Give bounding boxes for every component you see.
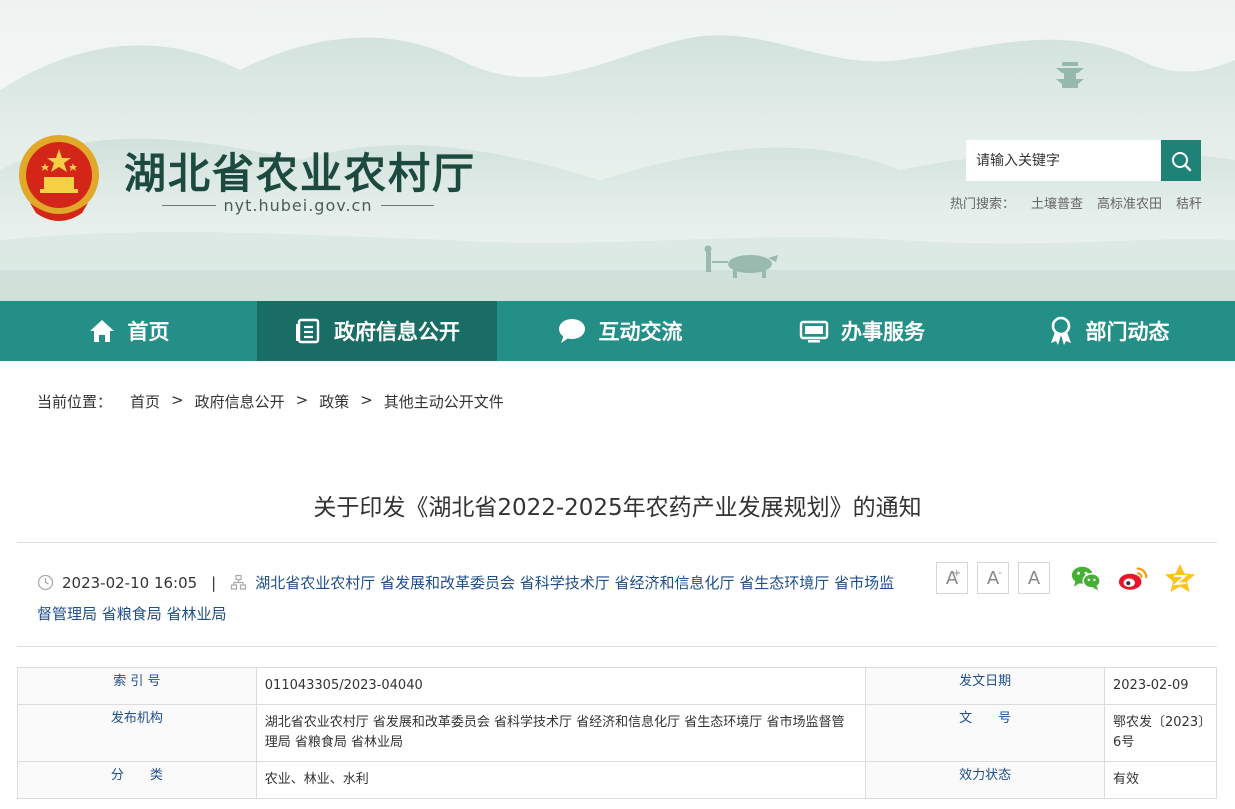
breadcrumb-item[interactable]: 首页 (130, 391, 160, 412)
site-title: 湖北省农业农村厅 (124, 149, 477, 198)
info-key: 发文日期 (865, 667, 1106, 705)
hot-search-term[interactable]: 秸秆 (1176, 193, 1202, 212)
info-value: 鄂农发〔2023〕6号 (1104, 704, 1217, 762)
nav-item-news[interactable]: 部门动态 (982, 301, 1235, 361)
wechat-icon (1071, 566, 1101, 591)
font-larger-button[interactable]: A + (936, 562, 968, 594)
info-value: 2023-02-09 (1104, 667, 1217, 705)
document-list-icon (296, 318, 320, 344)
font-smaller-label: A (986, 567, 1000, 589)
breadcrumb-separator: > (295, 391, 309, 409)
award-ribbon-icon (1050, 316, 1071, 345)
nav-item-label: 互动交流 (598, 320, 683, 344)
font-default-button[interactable]: A (1018, 562, 1050, 594)
org-chart-icon (231, 574, 247, 590)
table-row: 发布机构 湖北省农业农村厅 省发展和改革委员会 省科学技术厅 省经济和信息化厅 … (17, 704, 1217, 762)
nav-item-gov-info[interactable]: 政府信息公开 (257, 301, 497, 361)
site-domain: nyt.hubei.gov.cn (162, 196, 435, 215)
share-wechat-button[interactable] (1070, 562, 1102, 594)
nav-item-interaction[interactable]: 互动交流 (497, 301, 742, 361)
font-default-label: A (1027, 567, 1041, 589)
info-key: 效力状态 (865, 761, 1106, 799)
domain-rule-right (380, 205, 435, 206)
table-row: 分 类 农业、林业、水利 效力状态 有效 (17, 761, 1217, 799)
hot-search-label: 热门搜索： (950, 197, 1016, 212)
hot-search: 热门搜索： 土壤普查 高标准农田 秸秆 (950, 193, 1202, 212)
share-buttons (1070, 562, 1196, 594)
national-emblem-icon (19, 135, 99, 221)
document-info-table: 索 引 号 011043305/2023-04040 发文日期 2023-02-… (17, 667, 1217, 799)
breadcrumb-item[interactable]: 其他主动公开文件 (384, 391, 504, 412)
breadcrumb-item[interactable]: 政府信息公开 (195, 391, 285, 412)
breadcrumb-label: 当前位置： (37, 393, 113, 411)
info-key: 发布机构 (17, 704, 257, 762)
article-title: 关于印发《湖北省2022-2025年农药产业发展规划》的通知 (313, 495, 922, 521)
breadcrumb-separator: > (171, 391, 184, 409)
weibo-icon (1118, 567, 1148, 590)
article-meta: 2023-02-10 16:05 | 湖北省农业农村厅 省发展和改革委员会 省科学… (37, 568, 907, 630)
info-key: 索 引 号 (17, 667, 257, 705)
info-key: 分 类 (17, 761, 257, 799)
home-icon (89, 320, 114, 342)
nav-item-label: 办事服务 (841, 320, 925, 344)
nav-item-home[interactable]: 首页 (0, 301, 257, 361)
nav-item-label: 首页 (127, 320, 170, 344)
info-value: 有效 (1104, 761, 1217, 799)
search-button[interactable] (1161, 140, 1201, 181)
breadcrumb-separator: > (360, 391, 373, 409)
divider (17, 646, 1217, 647)
font-smaller-button[interactable]: A- (977, 562, 1009, 594)
font-size-controls: A + A- A (936, 562, 1050, 594)
chat-bubble-icon (558, 319, 585, 343)
qzone-star-icon (1165, 564, 1195, 592)
meta-divider: | (211, 574, 217, 592)
share-weibo-button[interactable] (1117, 562, 1149, 594)
nav-item-label: 部门动态 (1085, 320, 1170, 344)
info-key: 文 号 (865, 704, 1106, 762)
info-value: 湖北省农业农村厅 省发展和改革委员会 省科学技术厅 省经济和信息化厅 省生态环境… (255, 704, 867, 762)
font-larger-sup: + (952, 568, 961, 579)
header-banner: 湖北省农业农村厅 nyt.hubei.gov.cn 热门搜索： 土壤普查 高标准… (0, 0, 1235, 301)
breadcrumb: 当前位置： 首页 > 政府信息公开 > 政策 > 其他主动公开文件 (37, 391, 504, 412)
site-domain-text: nyt.hubei.gov.cn (223, 196, 373, 215)
breadcrumb-item[interactable]: 政策 (319, 391, 349, 412)
main-nav: 首页 政府信息公开 互动交流 办事服务 部门动态 (0, 301, 1235, 361)
font-smaller-sup: - (998, 568, 1002, 579)
table-row: 索 引 号 011043305/2023-04040 发文日期 2023-02-… (17, 667, 1217, 705)
search-box (966, 140, 1201, 181)
info-value: 农业、林业、水利 (255, 761, 867, 799)
search-icon (1172, 151, 1192, 171)
share-qzone-button[interactable] (1164, 562, 1196, 594)
domain-rule-left (162, 205, 216, 206)
nav-item-label: 政府信息公开 (334, 320, 460, 344)
monitor-icon (799, 320, 829, 343)
publish-datetime: 2023-02-10 16:05 (62, 574, 198, 592)
clock-icon (37, 574, 54, 591)
hot-search-term[interactable]: 土壤普查 (1031, 193, 1083, 212)
hot-search-term[interactable]: 高标准农田 (1097, 193, 1162, 212)
info-value: 011043305/2023-04040 (255, 667, 867, 705)
nav-item-services[interactable]: 办事服务 (742, 301, 982, 361)
divider (17, 542, 1217, 543)
search-input[interactable] (966, 140, 1161, 181)
